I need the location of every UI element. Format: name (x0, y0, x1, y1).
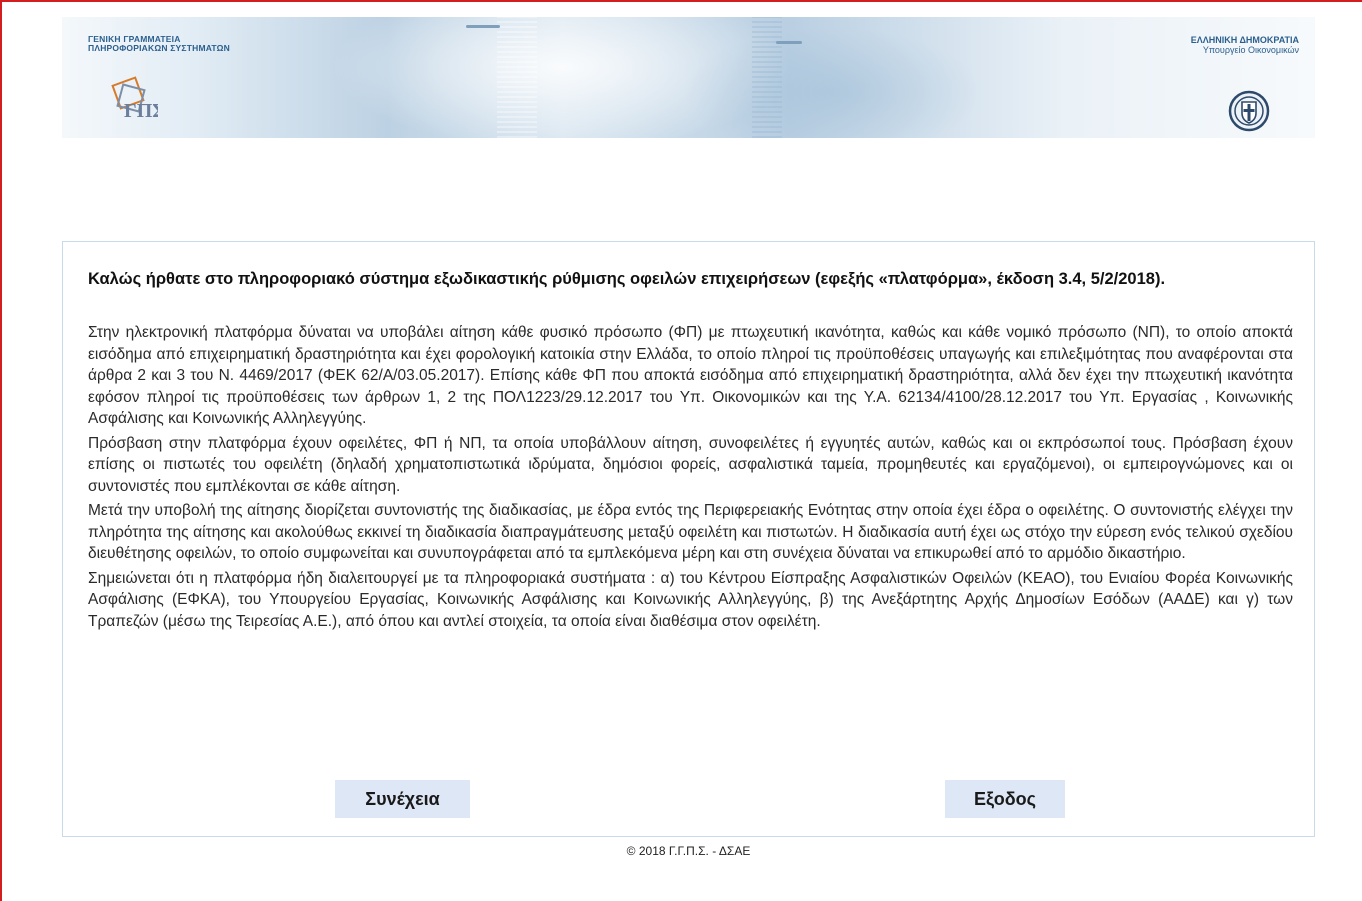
hellenic-emblem-icon (1227, 89, 1271, 133)
svg-text:ΓΠΣ: ΓΠΣ (124, 100, 158, 122)
intro-text: Στην ηλεκτρονική πλατφόρμα δύναται να υπ… (88, 322, 1293, 635)
welcome-panel: Καλώς ήρθατε στο πληροφοριακό σύστημα εξ… (62, 241, 1315, 837)
header-banner: ΓΕΝΙΚΗ ΓΡΑΜΜΑΤΕΙΑ ΠΛΗΡΟΦΟΡΙΑΚΩΝ ΣΥΣΤΗΜΑΤ… (62, 17, 1315, 138)
org-name-left: ΓΕΝΙΚΗ ΓΡΑΜΜΑΤΕΙΑ ΠΛΗΡΟΦΟΡΙΑΚΩΝ ΣΥΣΤΗΜΑΤ… (88, 35, 230, 53)
gspis-logo-icon: ΓΠΣ (108, 73, 165, 125)
intro-paragraph: Πρόσβαση στην πλατφόρμα έχουν οφειλέτες,… (88, 434, 1293, 495)
org-left-line2: ΠΛΗΡΟΦΟΡΙΑΚΩΝ ΣΥΣΤΗΜΑΤΩΝ (88, 43, 230, 53)
intro-paragraph: Στην ηλεκτρονική πλατφόρμα δύναται να υπ… (88, 324, 1293, 427)
window-frame-top (0, 0, 1362, 2)
continue-button[interactable]: Συνέχεια (335, 780, 470, 818)
footer-copyright: © 2018 Γ.Γ.Π.Σ. - ΔΣΑΕ (626, 844, 751, 858)
intro-paragraph: Μετά την υποβολή της αίτησης διορίζεται … (88, 502, 1293, 562)
intro-paragraph: Σημειώνεται ότι η πλατφόρμα ήδη διαλειτο… (88, 569, 1293, 630)
org-right-line1: ΕΛΛΗΝΙΚΗ ΔΗΜΟΚΡΑΤΙΑ (1190, 35, 1299, 45)
page-title: Καλώς ήρθατε στο πληροφοριακό σύστημα εξ… (88, 270, 1166, 288)
window-frame-left (0, 0, 2, 901)
exit-button[interactable]: Εξοδος (945, 780, 1065, 818)
org-name-right: ΕΛΛΗΝΙΚΗ ΔΗΜΟΚΡΑΤΙΑ Υπουργείο Οικονομικώ… (1191, 35, 1299, 55)
org-right-line2: Υπουργείο Οικονομικών (1202, 45, 1299, 55)
